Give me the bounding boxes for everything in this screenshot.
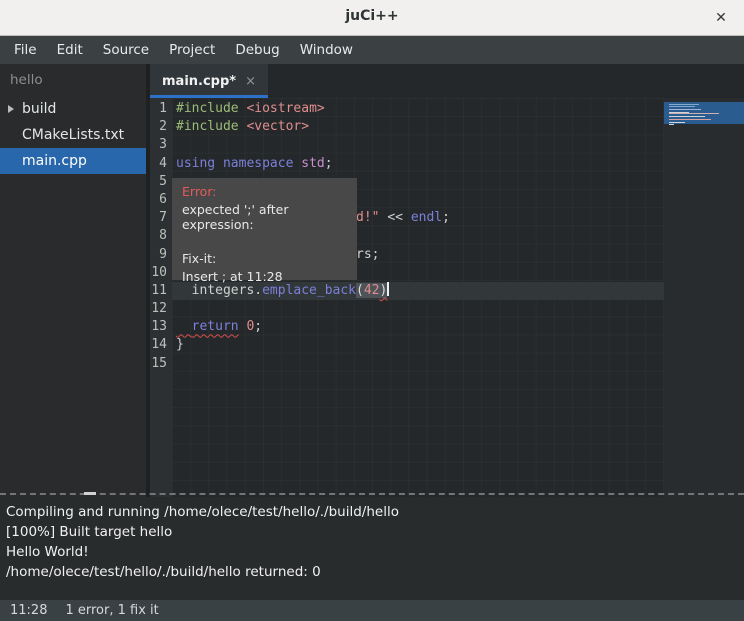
text-cursor xyxy=(387,282,389,296)
jucipp-window: juCi++ ✕ FileEditSourceProjectDebugWindo… xyxy=(0,0,744,621)
tooltip-error-label: Error: xyxy=(182,184,347,199)
minimap-line xyxy=(669,116,705,117)
sidebar-item-cmakeliststxt[interactable]: CMakeLists.txt xyxy=(0,122,146,148)
minimap-line xyxy=(669,124,674,125)
code-token: namespace xyxy=(223,156,293,171)
code-token: using xyxy=(176,156,215,171)
tooltip-fixit-label: Fix-it: xyxy=(182,251,347,266)
code-token: 42 xyxy=(364,283,380,298)
line-number: 8 xyxy=(150,227,172,245)
code-token: ; xyxy=(442,210,450,225)
terminal-output[interactable]: Compiling and running /home/olece/test/h… xyxy=(0,497,744,600)
code-token: #include xyxy=(176,119,246,134)
code-line[interactable]: return 0; xyxy=(172,318,664,336)
tree-item-label: main.cpp xyxy=(22,153,87,169)
line-number: 4 xyxy=(150,155,172,173)
line-number: 1 xyxy=(150,100,172,118)
minimap[interactable] xyxy=(664,98,744,497)
code-editor[interactable]: 123456789101112131415 #include <iostream… xyxy=(150,98,744,497)
close-icon[interactable]: ✕ xyxy=(710,7,732,29)
code-token: ; xyxy=(254,319,262,334)
code-token: } xyxy=(176,337,184,352)
minimap-line xyxy=(669,106,695,107)
menu-bar: FileEditSourceProjectDebugWindow xyxy=(0,36,744,64)
code-line[interactable]: #include <vector> xyxy=(172,118,664,136)
tree-expander-icon[interactable] xyxy=(8,105,14,113)
line-number: 3 xyxy=(150,136,172,154)
code-line[interactable] xyxy=(172,136,664,154)
code-line[interactable]: using namespace std; xyxy=(172,155,664,173)
line-number: 15 xyxy=(150,355,172,373)
code-token: return xyxy=(192,319,239,334)
code-token: ; xyxy=(325,156,333,171)
code-token xyxy=(176,319,192,334)
menu-debug[interactable]: Debug xyxy=(225,37,289,63)
tab-label: main.cpp* xyxy=(162,74,236,89)
pane-resize-handle[interactable] xyxy=(84,492,96,495)
tooltip-error-message: expected ';' after expression: xyxy=(182,202,347,232)
minimap-line xyxy=(669,109,701,110)
line-number: 6 xyxy=(150,191,172,209)
window-titlebar[interactable]: juCi++ ✕ xyxy=(0,0,744,36)
line-number: 2 xyxy=(150,118,172,136)
line-number-gutter: 123456789101112131415 xyxy=(150,98,172,497)
code-token xyxy=(215,156,223,171)
line-number: 7 xyxy=(150,209,172,227)
code-token: integers. xyxy=(176,283,262,298)
line-number: 10 xyxy=(150,264,172,282)
error-tooltip: Error: expected ';' after expression: Fi… xyxy=(172,178,357,280)
menu-window[interactable]: Window xyxy=(290,37,363,63)
menu-project[interactable]: Project xyxy=(159,37,225,63)
status-diagnostics: 1 error, 1 fix it xyxy=(65,603,158,618)
minimap-line xyxy=(669,119,711,120)
sidebar-item-build[interactable]: build xyxy=(0,96,146,122)
file-tree: build CMakeLists.txt main.cpp xyxy=(0,96,146,174)
code-area[interactable]: #include <iostream>#include <vector>usin… xyxy=(172,98,664,497)
menu-source[interactable]: Source xyxy=(93,37,159,63)
terminal-line: [100%] Built target hello xyxy=(6,522,738,542)
code-token: ) xyxy=(380,283,388,298)
window-title: juCi++ xyxy=(0,8,744,24)
line-number: 14 xyxy=(150,336,172,354)
line-number: 9 xyxy=(150,246,172,264)
minimap-viewport[interactable] xyxy=(664,102,744,124)
code-token: << xyxy=(380,210,411,225)
code-line[interactable] xyxy=(172,300,664,318)
sidebar-item-maincpp[interactable]: main.cpp xyxy=(0,148,146,174)
tree-item-label: build xyxy=(22,101,56,117)
code-token: std xyxy=(301,156,324,171)
line-number: 13 xyxy=(150,318,172,336)
code-token: #include xyxy=(176,101,246,116)
tooltip-fixit-message: Insert ; at 11:28 xyxy=(182,269,347,284)
minimap-line xyxy=(669,113,719,114)
code-token: <vector> xyxy=(246,119,309,134)
code-token: emplace_back xyxy=(262,283,356,298)
line-number: 11 xyxy=(150,282,172,300)
tab-maincpp[interactable]: main.cpp* × xyxy=(150,64,268,98)
file-tree-sidebar: hello build CMakeLists.txt main.cpp xyxy=(0,64,146,497)
terminal-line: /home/olece/test/hello/./build/hello ret… xyxy=(6,562,738,582)
code-line[interactable]: integers.emplace_back(42) xyxy=(172,282,664,300)
status-cursor-position: 11:28 xyxy=(10,603,47,618)
line-number: 5 xyxy=(150,173,172,191)
code-line[interactable]: } xyxy=(172,336,664,354)
menu-edit[interactable]: Edit xyxy=(47,37,93,63)
menu-file[interactable]: File xyxy=(4,37,47,63)
code-line[interactable] xyxy=(172,355,664,373)
status-bar: 11:28 1 error, 1 fix it xyxy=(0,600,744,621)
line-number: 12 xyxy=(150,300,172,318)
code-token: <iostream> xyxy=(246,101,324,116)
tree-item-label: CMakeLists.txt xyxy=(22,127,124,143)
project-label: hello xyxy=(0,64,146,96)
terminal-line: Hello World! xyxy=(6,542,738,562)
code-token: ( xyxy=(356,283,364,298)
code-token: endl xyxy=(411,210,442,225)
tab-bar: main.cpp* × xyxy=(150,64,744,98)
terminal-line: Compiling and running /home/olece/test/h… xyxy=(6,502,738,522)
tab-close-icon[interactable]: × xyxy=(245,74,256,89)
code-line[interactable]: #include <iostream> xyxy=(172,100,664,118)
